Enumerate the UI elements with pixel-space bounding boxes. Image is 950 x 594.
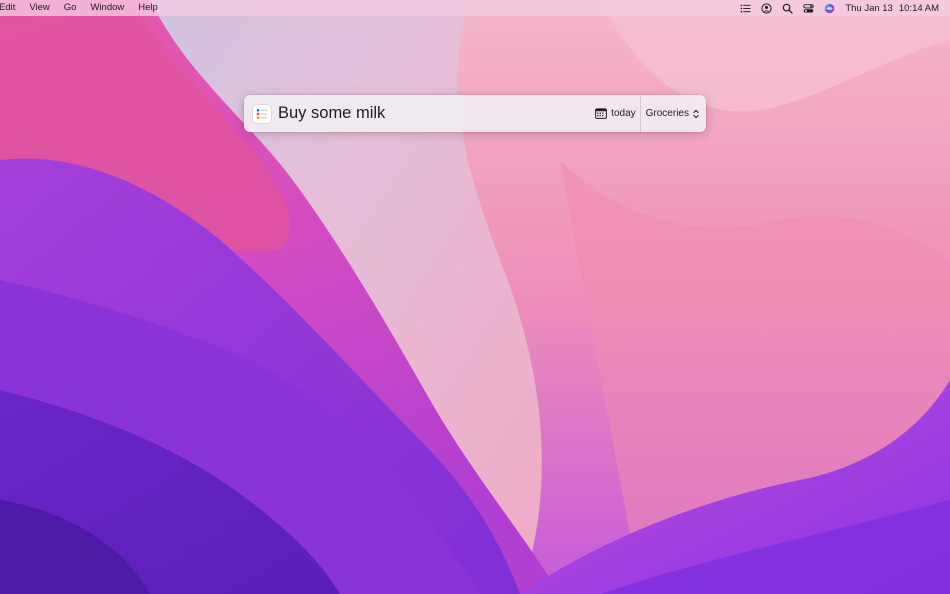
status-menu: Thu Jan 13 10:14 AM bbox=[735, 0, 950, 16]
app-menu: Edit View Go Window Help bbox=[0, 0, 165, 16]
up-down-chevron-icon bbox=[693, 109, 699, 118]
list-selector-label: Groceries bbox=[645, 108, 689, 119]
due-date-button[interactable]: today bbox=[591, 95, 639, 132]
desktop-wallpaper bbox=[0, 0, 950, 594]
menu-bar: Edit View Go Window Help Thu Jan 13 10:1… bbox=[0, 0, 950, 16]
due-date-label: today bbox=[611, 108, 636, 119]
quick-entry-panel: today Groceries bbox=[244, 95, 706, 132]
search-icon[interactable] bbox=[782, 3, 794, 14]
list-icon[interactable] bbox=[740, 3, 751, 14]
task-title-input[interactable] bbox=[278, 98, 592, 129]
menu-help[interactable]: Help bbox=[131, 0, 165, 16]
desktop: Edit View Go Window Help Thu Jan 13 10:1… bbox=[0, 0, 950, 594]
menu-window[interactable]: Window bbox=[83, 0, 131, 16]
menu-view[interactable]: View bbox=[22, 0, 56, 16]
user-icon[interactable] bbox=[761, 2, 772, 14]
control-center-icon[interactable] bbox=[803, 3, 815, 14]
clock-time: 10:14 AM bbox=[898, 2, 939, 14]
menu-go[interactable]: Go bbox=[57, 0, 84, 16]
menu-clock[interactable]: Thu Jan 13 10:14 AM bbox=[845, 3, 939, 14]
siri-icon[interactable] bbox=[824, 3, 835, 14]
list-selector[interactable]: Groceries bbox=[641, 95, 706, 132]
reminders-icon bbox=[253, 104, 271, 123]
clock-date: Thu Jan 13 bbox=[845, 2, 893, 14]
calendar-icon bbox=[595, 108, 608, 119]
menu-edit[interactable]: Edit bbox=[0, 0, 22, 16]
